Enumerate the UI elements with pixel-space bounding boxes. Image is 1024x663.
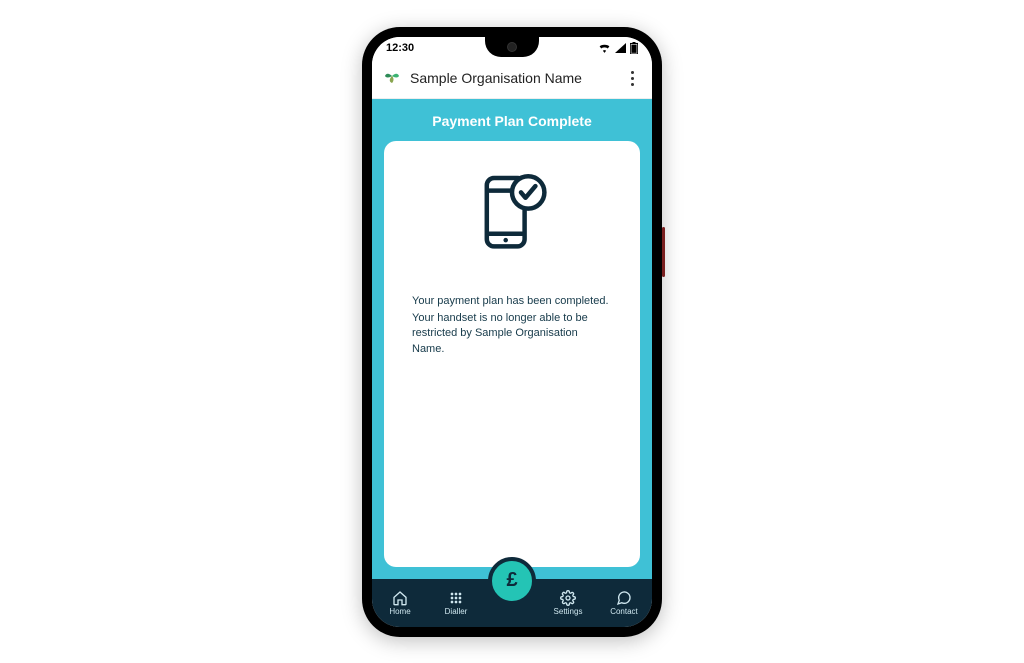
status-time: 12:30 xyxy=(386,42,414,54)
phone-frame: 12:30 xyxy=(362,27,662,637)
nav-dialler-label: Dialler xyxy=(445,607,468,616)
notch xyxy=(485,37,539,57)
app-bar: Sample Organisation Name xyxy=(372,59,652,99)
nav-home[interactable]: Home xyxy=(376,590,424,616)
nav-settings[interactable]: Settings xyxy=(544,590,592,616)
pound-icon: £ xyxy=(506,569,517,592)
gear-icon xyxy=(560,590,576,606)
completion-message: Your payment plan has been completed. Yo… xyxy=(412,294,612,360)
status-icons xyxy=(598,42,638,54)
fab-payment[interactable]: £ xyxy=(488,557,536,605)
page-title: Payment Plan Complete xyxy=(384,99,640,141)
signal-icon xyxy=(615,43,626,53)
nav-home-label: Home xyxy=(389,607,410,616)
content-area: Payment Plan Complete Your payment plan … xyxy=(372,99,652,579)
chat-icon xyxy=(616,590,632,606)
nav-contact-label: Contact xyxy=(610,607,638,616)
message-line-2: Your handset is no longer able to be res… xyxy=(412,311,612,357)
completion-card: Your payment plan has been completed. Yo… xyxy=(384,141,640,567)
bottom-nav: Home Dialler Settings xyxy=(372,579,652,627)
menu-kebab-icon[interactable] xyxy=(622,68,642,88)
nav-contact[interactable]: Contact xyxy=(600,590,648,616)
app-title: Sample Organisation Name xyxy=(410,70,614,86)
screen: 12:30 xyxy=(372,37,652,627)
battery-icon xyxy=(630,42,638,54)
nav-dialler[interactable]: Dialler xyxy=(432,590,480,616)
home-icon xyxy=(392,590,408,606)
app-logo-icon xyxy=(382,66,402,91)
wifi-icon xyxy=(598,43,611,53)
message-line-1: Your payment plan has been completed. xyxy=(412,294,612,309)
phone-checkmark-icon xyxy=(467,169,557,264)
dialpad-icon xyxy=(448,590,464,606)
power-button xyxy=(662,227,665,277)
nav-settings-label: Settings xyxy=(554,607,583,616)
